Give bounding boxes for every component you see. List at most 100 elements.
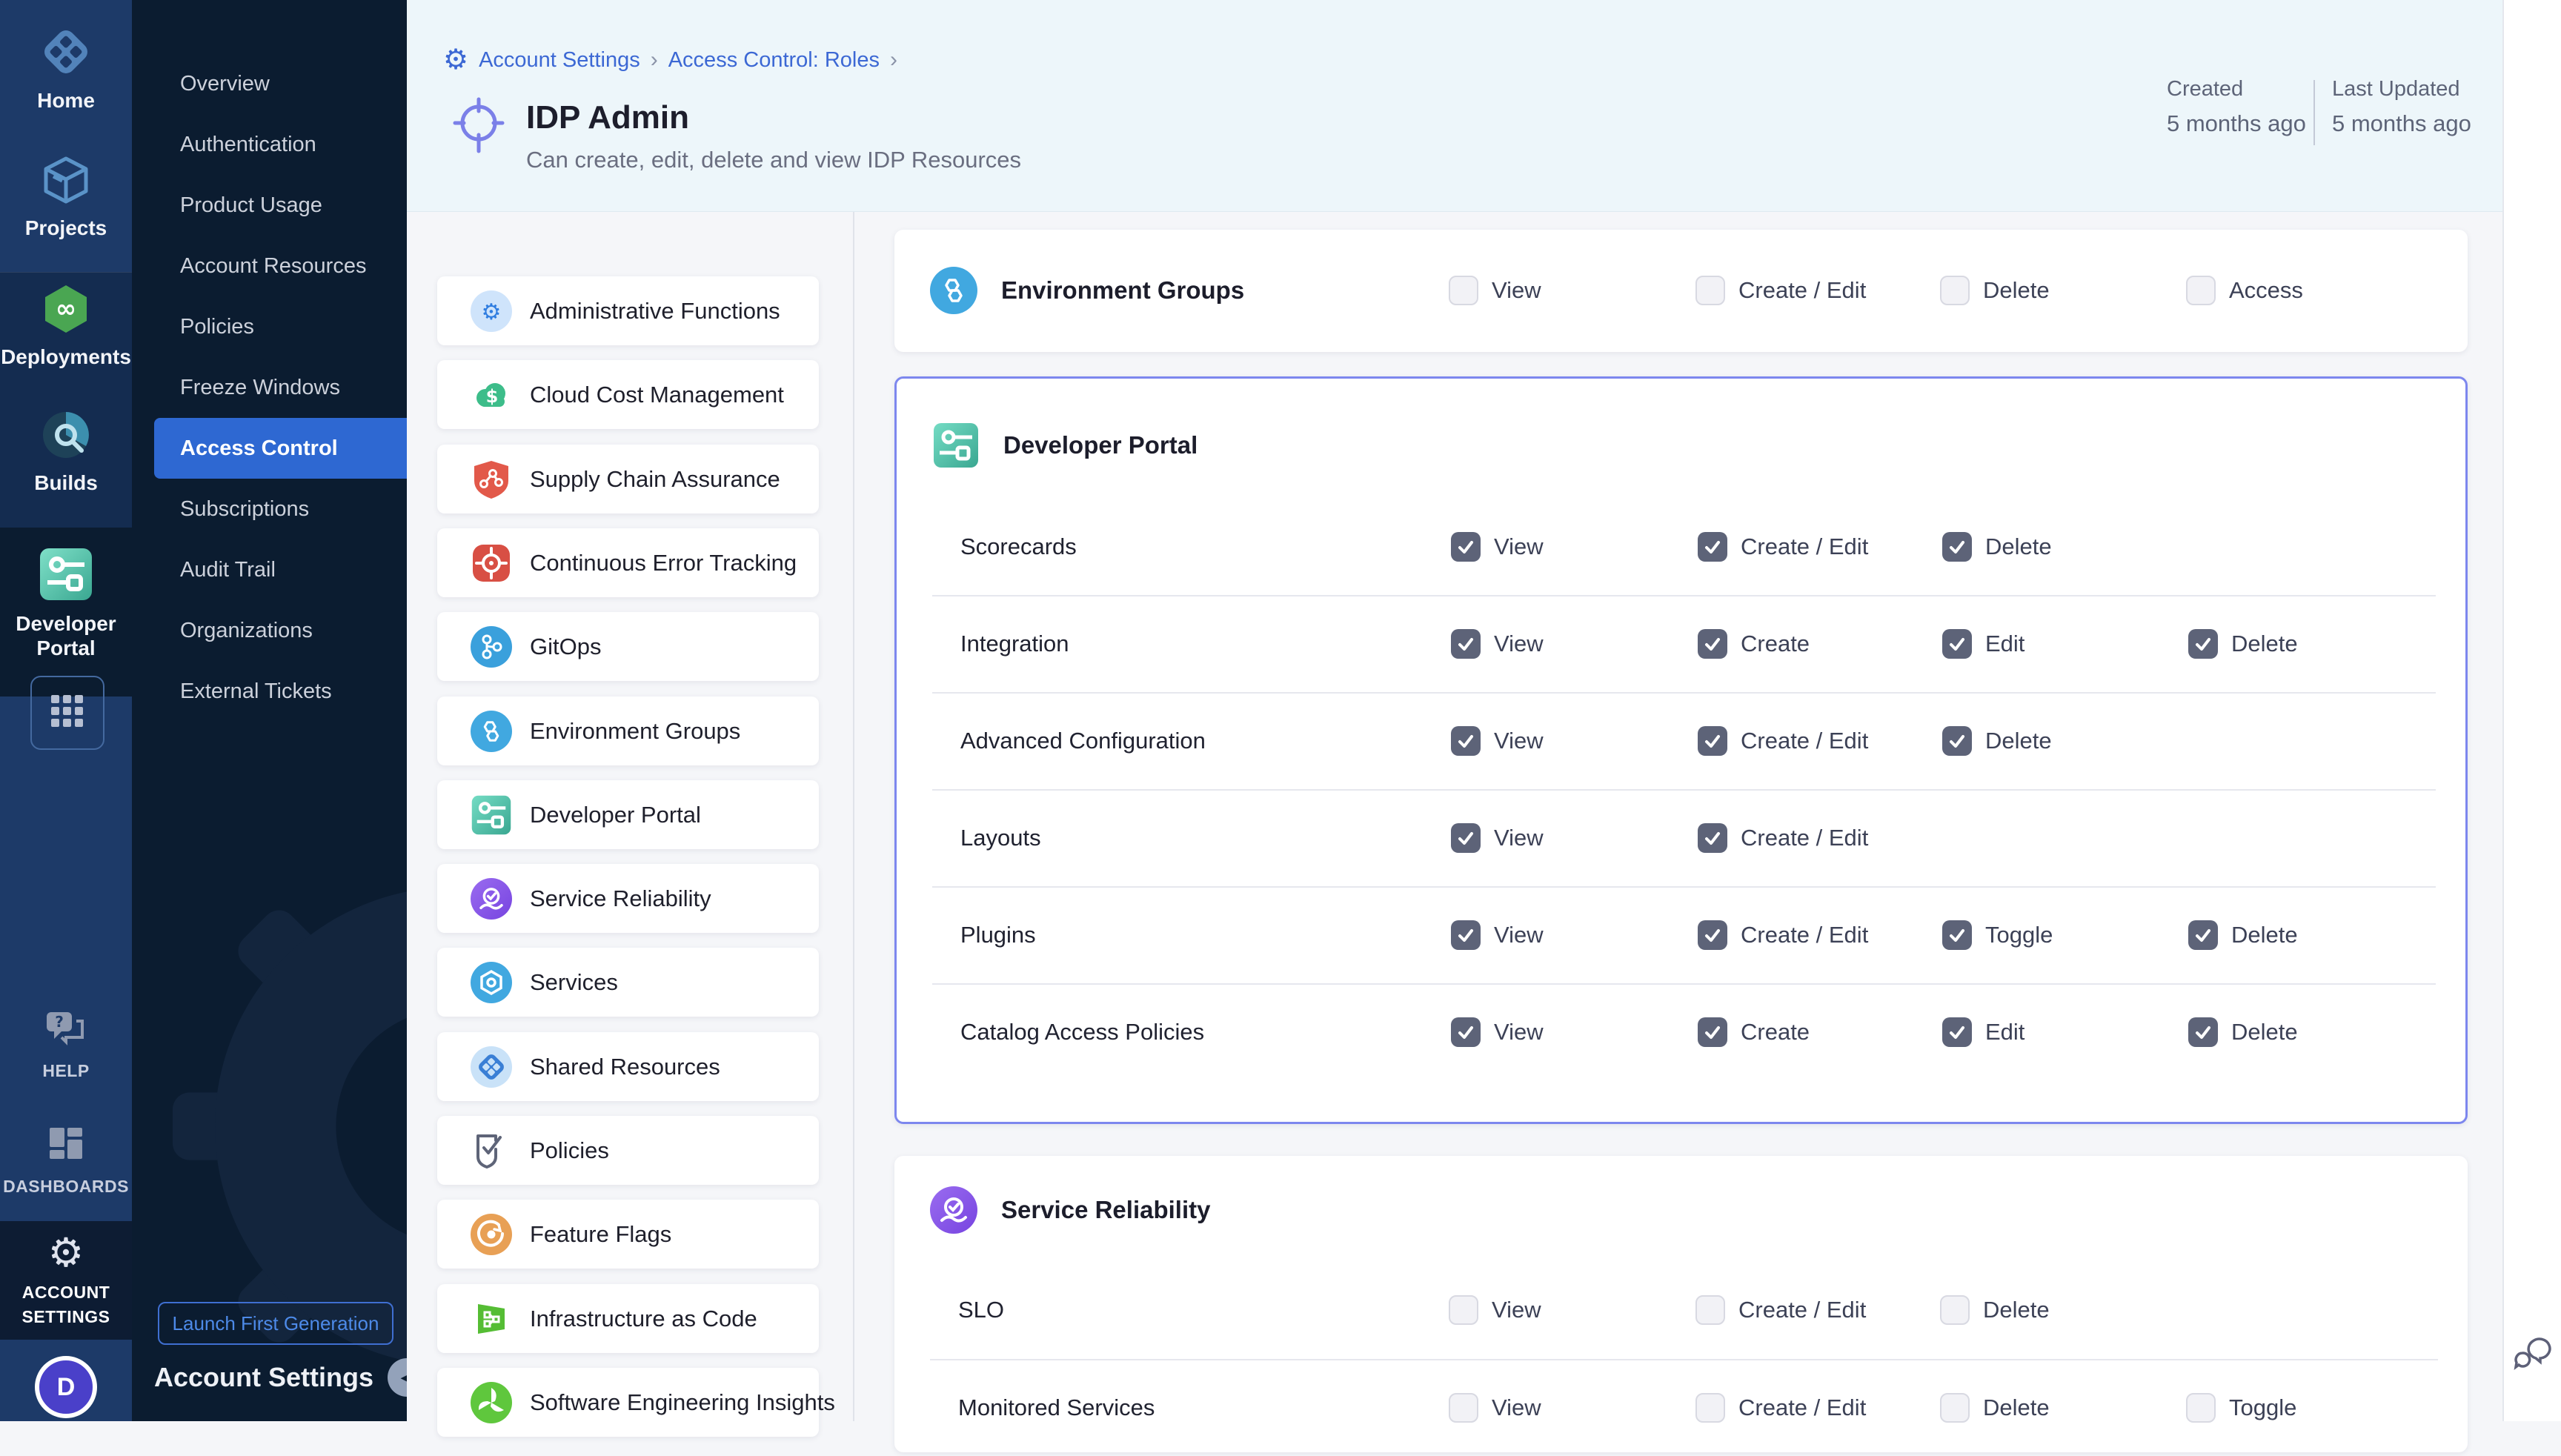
checkbox-label: Delete bbox=[1983, 1394, 2050, 1421]
permission-section-environment-groups: Environment GroupsViewCreate / EditDelet… bbox=[894, 230, 2468, 352]
checked-checkbox[interactable] bbox=[2188, 920, 2218, 950]
checked-checkbox[interactable] bbox=[1942, 532, 1972, 562]
module-item-services[interactable]: Services bbox=[437, 948, 819, 1017]
unchecked-checkbox[interactable] bbox=[1695, 1295, 1725, 1325]
unchecked-checkbox[interactable] bbox=[1695, 1393, 1725, 1423]
rail-item-dashboards[interactable]: DASHBOARDS bbox=[0, 1123, 132, 1199]
resource-name: SLO bbox=[958, 1262, 1004, 1358]
sidebar-item-organizations[interactable]: Organizations bbox=[154, 600, 407, 661]
rail-item-account-settings[interactable]: ⚙ ACCOUNT SETTINGS bbox=[0, 1231, 132, 1329]
user-avatar[interactable]: D bbox=[35, 1356, 97, 1418]
rail-item-label: DASHBOARDS bbox=[3, 1177, 129, 1196]
rail-item-projects[interactable]: Projects bbox=[0, 154, 132, 240]
checked-checkbox[interactable] bbox=[1942, 1017, 1972, 1047]
module-item-label: Environment Groups bbox=[530, 718, 740, 745]
checked-checkbox[interactable] bbox=[1942, 726, 1972, 756]
sidebar-item-product-usage[interactable]: Product Usage bbox=[154, 175, 407, 236]
sidebar-item-authentication[interactable]: Authentication bbox=[154, 114, 407, 175]
rail-item-builds[interactable]: Builds bbox=[0, 409, 132, 495]
help-chat-icon: ? bbox=[0, 1009, 132, 1053]
unchecked-checkbox[interactable] bbox=[1940, 276, 1970, 305]
sidebar-item-freeze-windows[interactable]: Freeze Windows bbox=[154, 357, 407, 418]
module-item-shared[interactable]: Shared Resources bbox=[437, 1032, 819, 1101]
permission-row-layouts: LayoutsViewCreate / Edit bbox=[897, 790, 2465, 886]
module-item-admin[interactable]: ⚙Administrative Functions bbox=[437, 276, 819, 345]
sidebar-item-audit-trail[interactable]: Audit Trail bbox=[154, 539, 407, 600]
checked-checkbox[interactable] bbox=[1451, 1017, 1481, 1047]
checked-checkbox[interactable] bbox=[1942, 920, 1972, 950]
module-item-ccm[interactable]: $Cloud Cost Management bbox=[437, 360, 819, 429]
checked-checkbox[interactable] bbox=[1451, 823, 1481, 853]
unchecked-checkbox[interactable] bbox=[2186, 276, 2216, 305]
checkbox-label: Create / Edit bbox=[1741, 533, 1868, 560]
devportal-icon bbox=[932, 422, 980, 469]
permission-toggle: Toggle bbox=[1942, 887, 2053, 983]
checked-checkbox[interactable] bbox=[1451, 532, 1481, 562]
unchecked-checkbox[interactable] bbox=[1449, 1393, 1478, 1423]
breadcrumb-account-settings[interactable]: Account Settings bbox=[479, 48, 640, 73]
module-item-iac[interactable]: Infrastructure as Code bbox=[437, 1284, 819, 1353]
permission-view: View bbox=[1449, 1360, 1541, 1456]
module-item-gitops[interactable]: GitOps bbox=[437, 612, 819, 681]
module-item-cet[interactable]: Continuous Error Tracking bbox=[437, 528, 819, 597]
checked-checkbox[interactable] bbox=[1698, 920, 1727, 950]
breadcrumb-access-control-roles[interactable]: Access Control: Roles bbox=[668, 48, 880, 73]
sidebar-item-policies[interactable]: Policies bbox=[154, 296, 407, 357]
unchecked-checkbox[interactable] bbox=[1449, 1295, 1478, 1325]
checked-checkbox[interactable] bbox=[1451, 920, 1481, 950]
checked-checkbox[interactable] bbox=[1698, 629, 1727, 659]
module-item-sei[interactable]: Software Engineering Insights bbox=[437, 1368, 819, 1437]
module-item-policies[interactable]: Policies bbox=[437, 1116, 819, 1185]
module-item-ff[interactable]: Feature Flags bbox=[437, 1200, 819, 1269]
module-launcher-button[interactable] bbox=[30, 676, 104, 750]
checked-checkbox[interactable] bbox=[1698, 823, 1727, 853]
last-updated-meta: Last Updated 5 months ago bbox=[2332, 77, 2471, 137]
avatar-letter: D bbox=[57, 1373, 76, 1402]
created-meta: Created 5 months ago bbox=[2167, 77, 2306, 137]
checked-checkbox[interactable] bbox=[2188, 1017, 2218, 1047]
checkbox-label: Delete bbox=[2231, 1019, 2298, 1046]
unchecked-checkbox[interactable] bbox=[1940, 1393, 1970, 1423]
module-item-label: Continuous Error Tracking bbox=[530, 550, 797, 576]
checkbox-label: View bbox=[1492, 1297, 1541, 1323]
checked-checkbox[interactable] bbox=[1698, 1017, 1727, 1047]
rail-item-help[interactable]: ? HELP bbox=[0, 1009, 132, 1083]
unchecked-checkbox[interactable] bbox=[1695, 276, 1725, 305]
support-chat-icon[interactable] bbox=[2514, 1337, 2552, 1377]
checked-checkbox[interactable] bbox=[1698, 726, 1727, 756]
settings-menu: OverviewAuthenticationProduct UsageAccou… bbox=[132, 53, 407, 722]
launch-first-generation-button[interactable]: Launch First Generation bbox=[158, 1302, 393, 1345]
checked-checkbox[interactable] bbox=[1942, 629, 1972, 659]
permission-access: Access bbox=[2186, 267, 2303, 314]
unchecked-checkbox[interactable] bbox=[1449, 276, 1478, 305]
checked-checkbox[interactable] bbox=[1451, 629, 1481, 659]
checked-checkbox[interactable] bbox=[1698, 532, 1727, 562]
permission-view: View bbox=[1451, 984, 1544, 1080]
module-item-devportal[interactable]: Developer Portal bbox=[437, 780, 819, 849]
checked-checkbox[interactable] bbox=[2188, 629, 2218, 659]
sidebar-item-access-control[interactable]: Access Control bbox=[154, 418, 407, 479]
module-item-label: Supply Chain Assurance bbox=[530, 466, 780, 493]
resource-name: Advanced Configuration bbox=[960, 693, 1206, 789]
sidebar-item-overview[interactable]: Overview bbox=[154, 53, 407, 114]
page-subtitle: Can create, edit, delete and view IDP Re… bbox=[526, 147, 1021, 173]
last-updated-label: Last Updated bbox=[2332, 77, 2471, 102]
checkbox-label: Delete bbox=[2231, 631, 2298, 657]
rail-item-developer-portal[interactable]: Developer Portal bbox=[0, 547, 132, 660]
rail-item-deployments[interactable]: ∞ Deployments bbox=[0, 283, 132, 369]
unchecked-checkbox[interactable] bbox=[2186, 1393, 2216, 1423]
module-item-envgroups[interactable]: Environment Groups bbox=[437, 697, 819, 765]
sidebar-item-external-tickets[interactable]: External Tickets bbox=[154, 661, 407, 722]
checkbox-label: Create / Edit bbox=[1738, 1297, 1866, 1323]
sidebar-item-account-resources[interactable]: Account Resources bbox=[154, 236, 407, 296]
collapse-arrow-icon: ◀ bbox=[401, 1368, 407, 1387]
sidebar-item-subscriptions[interactable]: Subscriptions bbox=[154, 479, 407, 539]
module-item-sca[interactable]: Supply Chain Assurance bbox=[437, 445, 819, 513]
sidebar-item-label: Organizations bbox=[180, 619, 313, 643]
checked-checkbox[interactable] bbox=[1451, 726, 1481, 756]
ccm-icon: $ bbox=[471, 374, 512, 416]
rail-item-label: HELP bbox=[42, 1061, 89, 1080]
rail-item-home[interactable]: Home bbox=[0, 25, 132, 113]
module-item-sr[interactable]: Service Reliability bbox=[437, 864, 819, 933]
unchecked-checkbox[interactable] bbox=[1940, 1295, 1970, 1325]
